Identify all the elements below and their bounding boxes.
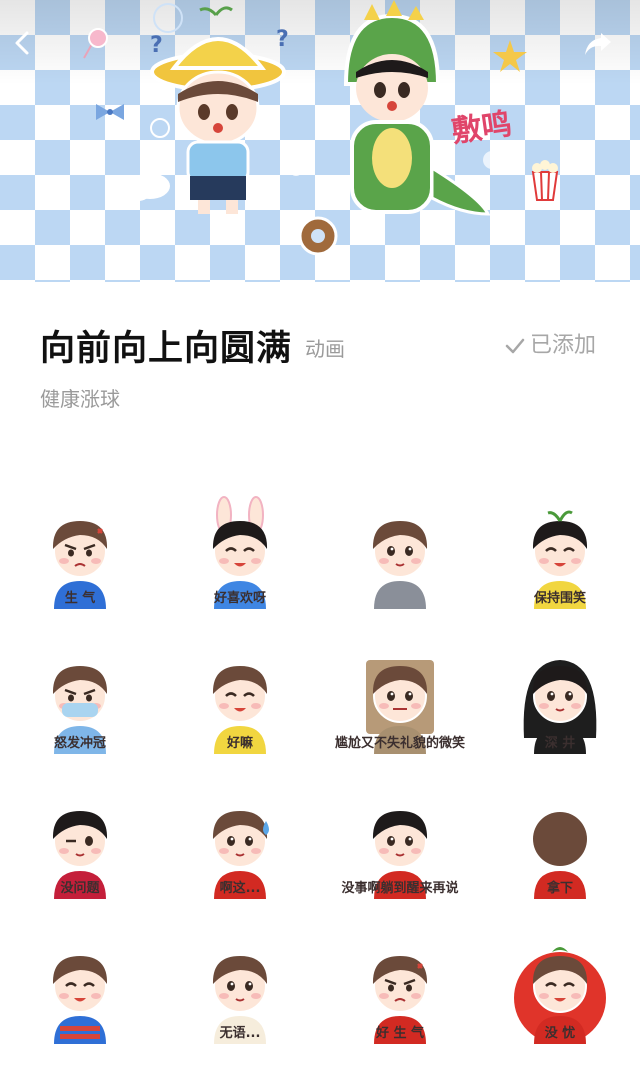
sticker-caption: 深 井 [544, 736, 576, 751]
sticker-body [374, 580, 426, 609]
donut-icon [298, 216, 338, 256]
sticker-caption: 没 忧 [544, 1026, 576, 1041]
sticker-item[interactable]: 啊这... [160, 778, 320, 923]
sticker-image [372, 520, 428, 609]
mask-icon [62, 702, 98, 717]
sticker-item[interactable]: 好嘛 [160, 633, 320, 778]
question-mark-icon: ? [276, 27, 289, 52]
sticker-item[interactable]: 生 气 [0, 488, 160, 633]
child-dinosaur-suit [343, 0, 491, 216]
sticker-item[interactable]: 好 生 气 [320, 923, 480, 1068]
sticker-item[interactable]: 好喜欢呀 [160, 488, 320, 633]
sticker-item[interactable] [320, 488, 480, 633]
sticker-caption: 无语... [219, 1026, 261, 1041]
sticker-item[interactable]: 保持围笑 [480, 488, 640, 633]
sticker-item[interactable]: 怒发冲冠 [0, 633, 160, 778]
sprout-icon [547, 510, 573, 522]
anger-mark-icon [417, 962, 423, 969]
pack-subtitle: 健康涨球 [40, 387, 120, 411]
anger-mark-icon [97, 527, 103, 534]
sticker-item[interactable]: 深 井 [480, 633, 640, 778]
sticker-caption: 尴尬又不失礼貌的微笑 [334, 736, 465, 751]
bubble-icon [150, 118, 170, 138]
pack-type-tag: 动画 [305, 337, 345, 361]
sticker-item[interactable]: 尴尬又不失礼貌的微笑 [320, 633, 480, 778]
popcorn-icon [531, 160, 559, 201]
sticker-item[interactable]: 没问题 [0, 778, 160, 923]
bow-icon [96, 104, 124, 120]
share-button[interactable] [582, 30, 628, 76]
added-status-button[interactable]: 已添加 [504, 329, 596, 363]
sticker-grid: 生 气 好喜欢呀 保持围笑怒发冲冠 好嘛 尴尬又不失礼貌的微笑 深 井没问题 啊这... 没事… [0, 488, 640, 1068]
bubble-icon [290, 164, 302, 176]
sticker-item[interactable]: 无语... [160, 923, 320, 1068]
bubble-icon [483, 151, 501, 169]
sticker-item[interactable] [0, 923, 160, 1068]
sticker-item[interactable]: 拿下 [480, 778, 640, 923]
share-icon [585, 33, 611, 55]
banner-text: 敷鸣 [450, 107, 514, 150]
sticker-caption: 好喜欢呀 [213, 591, 266, 606]
child-yellow-hat [150, 6, 286, 214]
sticker-caption: 拿下 [546, 881, 573, 896]
lollipop-icon [83, 28, 108, 59]
sticker-item[interactable]: 没事啊躺到醒来再说 [320, 778, 480, 923]
banner-illustration: ? ? ? [83, 0, 559, 256]
sticker-item[interactable]: 没 忧 [480, 923, 640, 1068]
sticker-image [52, 955, 108, 1044]
bubble-icon [153, 3, 183, 33]
added-label: 已添加 [529, 333, 596, 358]
back-button[interactable] [10, 30, 56, 76]
star-icon [493, 40, 527, 72]
sticker-caption: 保持围笑 [533, 591, 586, 606]
cover-banner: ? ? ? [0, 0, 640, 282]
sticker-caption: 啊这... [219, 881, 261, 896]
chevron-left-icon [15, 31, 29, 55]
sticker-caption: 怒发冲冠 [53, 736, 106, 751]
sticker-hair [533, 811, 587, 866]
sticker-caption: 好 生 气 [375, 1026, 425, 1041]
sticker-caption: 好嘛 [226, 736, 253, 751]
question-mark-icon: ? [150, 33, 163, 58]
pack-title: 向前向上向圆满 [40, 329, 293, 369]
sticker-caption: 没事啊躺到醒来再说 [341, 881, 459, 896]
sticker-caption: 生 气 [64, 591, 96, 606]
checkmark-icon [505, 338, 525, 354]
sticker-caption: 没问题 [60, 881, 100, 896]
